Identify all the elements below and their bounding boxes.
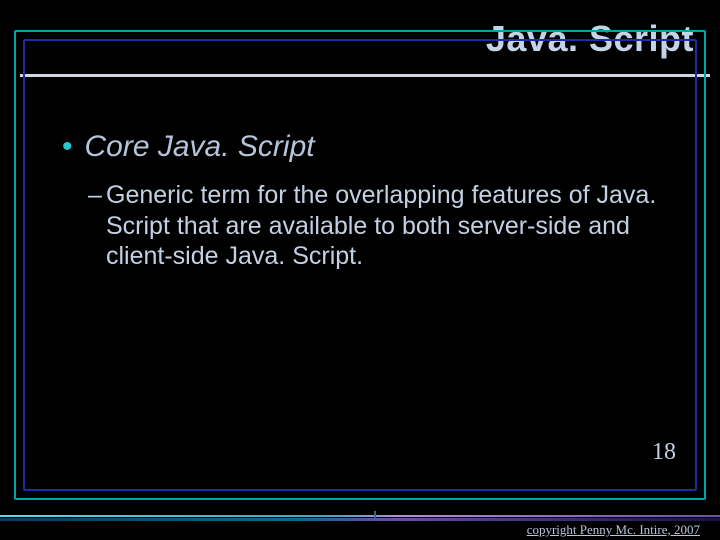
bottom-accent-highlight <box>0 515 720 517</box>
copyright-text: copyright Penny Mc. Intire, 2007 <box>527 522 700 538</box>
bottom-tick <box>374 511 376 521</box>
bullet-level1-text: Core Java. Script <box>85 130 315 163</box>
slide: Java. Script •Core Java. Script –Generic… <box>0 0 720 540</box>
bullet-level2: –Generic term for the overlapping featur… <box>106 180 666 272</box>
bullet-dot-icon: • <box>62 130 73 163</box>
page-number: 18 <box>652 439 676 466</box>
bullet-level1: • Core Java. Script <box>62 130 315 164</box>
bullet-level2-text: Generic term for the overlapping feature… <box>106 181 656 270</box>
bottom-accent-bar <box>0 518 720 521</box>
bullet-dash-icon: – <box>88 180 102 211</box>
outer-frame: • Core Java. Script –Generic term for the… <box>14 30 706 500</box>
